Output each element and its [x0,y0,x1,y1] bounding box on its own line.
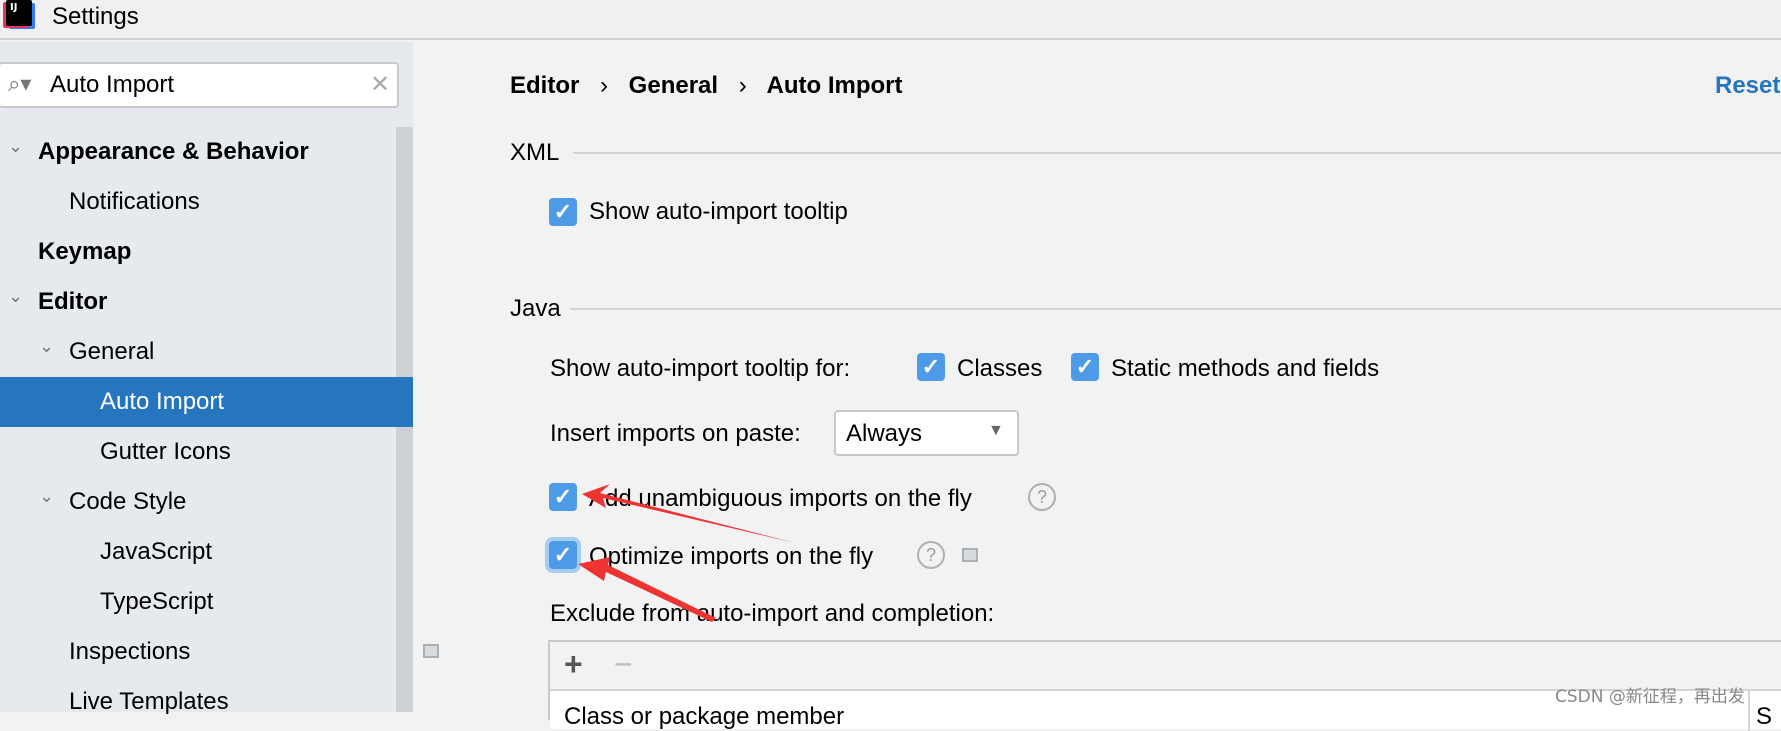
annotation-arrows [578,484,795,622]
watermark: CSDN @新征程，再出发 [1555,687,1745,707]
red-arrow [582,484,795,543]
red-arrow [578,557,716,622]
